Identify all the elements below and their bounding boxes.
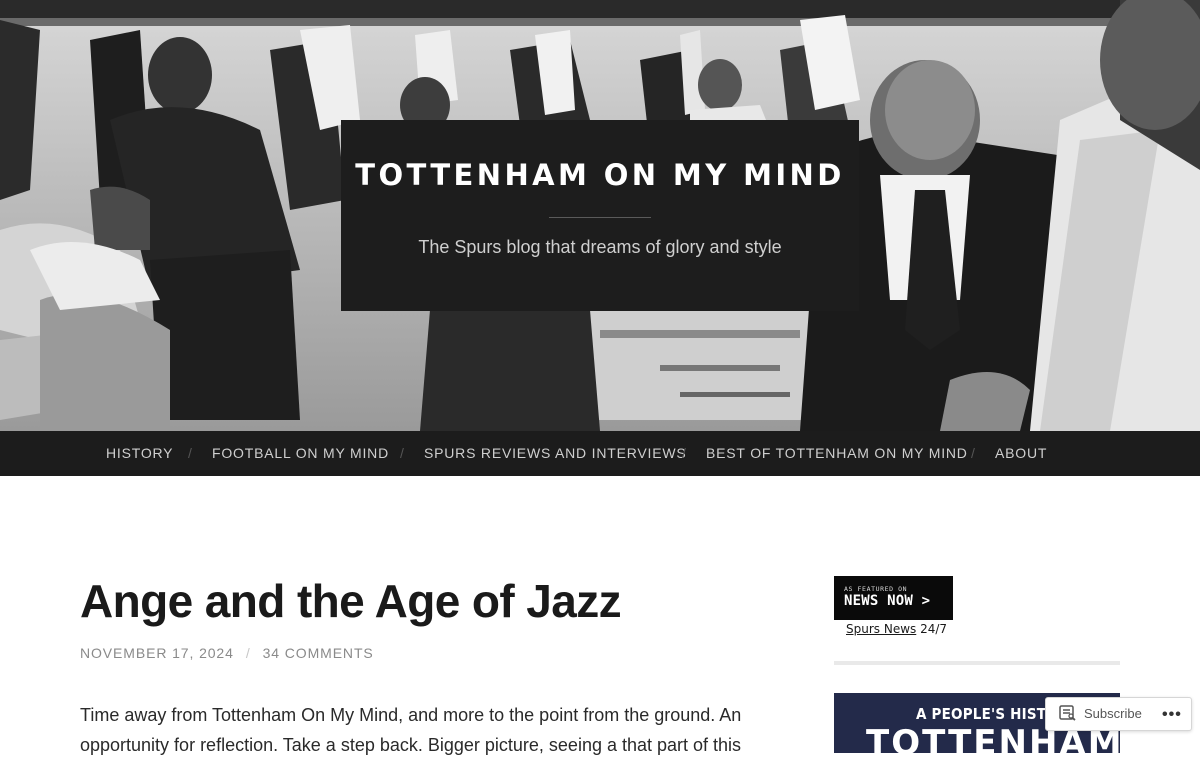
- post-comments-link[interactable]: 34 COMMENTS: [263, 645, 374, 661]
- post-date[interactable]: NOVEMBER 17, 2024: [80, 645, 234, 661]
- title-divider: [549, 217, 651, 218]
- widget-divider: [834, 661, 1120, 665]
- site-branding: TOTTENHAM ON MY MIND The Spurs blog that…: [341, 120, 859, 311]
- nav-item-history[interactable]: HISTORY: [106, 431, 173, 476]
- nav-separator: /: [682, 445, 686, 461]
- site-title[interactable]: TOTTENHAM ON MY MIND: [341, 158, 859, 192]
- post-title[interactable]: Ange and the Age of Jazz: [80, 574, 622, 628]
- post-meta: NOVEMBER 17, 2024 / 34 COMMENTS: [80, 645, 374, 661]
- site-tagline: The Spurs blog that dreams of glory and …: [418, 237, 782, 257]
- nav-separator: /: [188, 445, 192, 461]
- main-navigation: HISTORY / FOOTBALL ON MY MIND / SPURS RE…: [0, 431, 1200, 476]
- newsnow-badge[interactable]: AS FEATURED ON NEWS NOW >: [834, 576, 953, 620]
- spurs-news-link[interactable]: Spurs News: [846, 622, 916, 636]
- nav-item-best-of[interactable]: BEST OF TOTTENHAM ON MY MIND: [706, 431, 968, 476]
- post-excerpt: Time away from Tottenham On My Mind, and…: [80, 700, 760, 760]
- meta-separator: /: [245, 645, 251, 661]
- post-body-line-2: opportunity for reflection. Take a step …: [80, 735, 742, 755]
- more-options-button[interactable]: •••: [1156, 698, 1191, 730]
- nav-item-football-on-my-mind[interactable]: FOOTBALL ON MY MIND: [212, 431, 389, 476]
- header-image: TOTTENHAM ON MY MIND The Spurs blog that…: [0, 0, 1200, 431]
- caption-suffix: 24/7: [916, 622, 948, 636]
- subscribe-button[interactable]: Subscribe: [1046, 698, 1148, 730]
- badge-featured-text: AS FEATURED ON: [844, 585, 908, 593]
- badge-newsnow-text: NEWS NOW >: [844, 593, 931, 609]
- nav-item-about[interactable]: ABOUT: [995, 431, 1047, 476]
- reader-icon: [1059, 705, 1076, 721]
- subscribe-label: Subscribe: [1084, 706, 1142, 721]
- ellipsis-icon: •••: [1162, 706, 1182, 723]
- nav-item-spurs-reviews[interactable]: SPURS REVIEWS AND INTERVIEWS: [424, 431, 687, 476]
- nav-separator: /: [971, 445, 975, 461]
- nav-separator: /: [400, 445, 404, 461]
- newsnow-caption: Spurs News 24/7: [846, 622, 947, 636]
- subscribe-bar: Subscribe •••: [1045, 697, 1192, 731]
- post-body-line-1: Time away from Tottenham On My Mind, and…: [80, 705, 742, 725]
